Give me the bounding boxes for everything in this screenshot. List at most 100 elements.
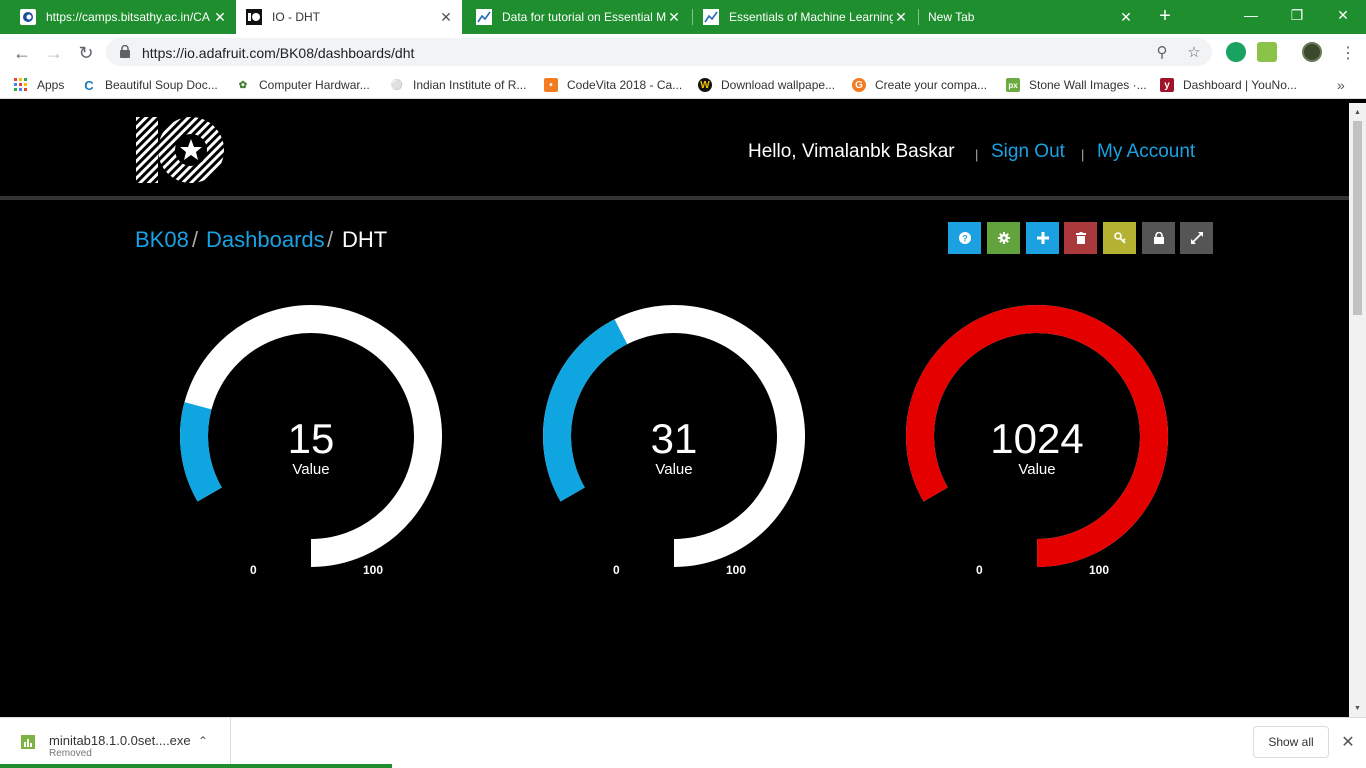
gauge-label: Value: [655, 461, 693, 478]
breadcrumb-dashboards-link[interactable]: Dashboards: [206, 227, 325, 253]
header-divider: [0, 196, 1349, 200]
bookmark-computer-hardware[interactable]: ✿ Computer Hardwar...: [236, 76, 370, 94]
gauge-min-label: 0: [613, 563, 620, 577]
bookmark-indian-institute[interactable]: ⚪ Indian Institute of R...: [390, 76, 527, 94]
gauge-value: 31: [650, 415, 698, 462]
lock-button[interactable]: [1142, 222, 1175, 254]
new-tab-plus-icon[interactable]: +: [1154, 4, 1176, 28]
px-logo-icon: px: [1006, 78, 1020, 92]
reload-icon[interactable]: ↻: [72, 39, 100, 67]
adafruit-io-logo[interactable]: [136, 117, 224, 183]
analytics-favicon-icon: [703, 9, 719, 25]
bookmarks-bar: Apps C Beautiful Soup Doc... ✿ Computer …: [0, 71, 1366, 99]
browser-toolbar: ← → ↻ https://io.adafruit.com/BK08/dashb…: [0, 34, 1366, 71]
bookmark-label: Create your compa...: [875, 78, 988, 92]
tab-new-tab[interactable]: New Tab ✕: [918, 0, 1142, 34]
breadcrumb-separator: /: [327, 227, 334, 252]
question-icon: ?: [958, 232, 971, 244]
gauge-label: Value: [292, 461, 330, 478]
key-button[interactable]: [1103, 222, 1136, 254]
fullscreen-button[interactable]: [1180, 222, 1213, 254]
close-icon[interactable]: ✕: [666, 9, 682, 25]
torch-icon: ⚪: [390, 79, 404, 91]
forward-arrow-icon[interactable]: →: [40, 39, 68, 67]
restore-icon[interactable]: ❐: [1274, 0, 1320, 30]
lock-icon: [1153, 232, 1164, 244]
gauge-block[interactable]: 31 Value 0 100: [541, 303, 807, 583]
gauge-block[interactable]: 15 Value 0 100: [178, 303, 444, 583]
taskbar-accent: [0, 764, 392, 768]
scroll-down-icon[interactable]: ▼: [1349, 701, 1366, 715]
inbox-extension-icon[interactable]: [1257, 42, 1277, 62]
bookmark-dashboard-younow[interactable]: y Dashboard | YouNo...: [1160, 76, 1297, 94]
minimize-icon[interactable]: —: [1228, 0, 1274, 30]
url-text: https://io.adafruit.com/BK08/dashboards/…: [142, 45, 415, 61]
scroll-up-icon[interactable]: ▲: [1349, 105, 1366, 119]
hangouts-extension-icon[interactable]: [1226, 42, 1246, 62]
header-separator: |: [1081, 147, 1085, 162]
chevron-up-icon[interactable]: ⌃: [198, 734, 208, 748]
camps-favicon-icon: [20, 9, 36, 25]
zoom-icon[interactable]: ⚲: [1152, 42, 1172, 62]
window-close-icon[interactable]: ✕: [1320, 0, 1366, 30]
download-item[interactable]: minitab18.1.0.0set....exe Removed ⌃: [0, 718, 231, 768]
tab-data-tutorial[interactable]: Data for tutorial on Essential M ✕: [466, 0, 690, 34]
close-icon[interactable]: ✕: [212, 9, 228, 25]
gauge-value: 1024: [990, 415, 1084, 462]
wallpaper-w-icon: W: [698, 78, 712, 92]
avatar[interactable]: [1302, 42, 1322, 62]
scrollbar-thumb[interactable]: [1353, 121, 1362, 315]
close-icon[interactable]: ✕: [1118, 9, 1134, 25]
bookmark-label: Dashboard | YouNo...: [1183, 78, 1297, 92]
settings-button[interactable]: [987, 222, 1020, 254]
bookmark-download-wallpaper[interactable]: W Download wallpape...: [698, 76, 835, 94]
download-shelf: minitab18.1.0.0set....exe Removed ⌃ Show…: [0, 717, 1366, 768]
bookmark-beautiful-soup[interactable]: C Beautiful Soup Doc...: [82, 76, 218, 94]
tab-io-dht[interactable]: IO - DHT ✕: [236, 0, 462, 34]
address-bar[interactable]: https://io.adafruit.com/BK08/dashboards/…: [106, 38, 1212, 66]
menu-dots-icon[interactable]: ⋮: [1334, 39, 1362, 67]
gauge-value: 15: [287, 415, 335, 462]
close-icon[interactable]: ✕: [438, 9, 454, 25]
close-icon[interactable]: ✕: [1338, 732, 1358, 752]
breadcrumb-current: DHT: [342, 227, 388, 252]
tab-title: Essentials of Machine Learning: [729, 10, 893, 24]
bookmark-codevita[interactable]: • CodeVita 2018 - Ca...: [544, 76, 682, 94]
bookmarks-overflow-icon[interactable]: »: [1337, 76, 1345, 94]
gauge-max-label: 100: [363, 563, 384, 577]
gauge-block[interactable]: 1024 Value 0 100: [904, 303, 1170, 583]
bookmark-label: Download wallpape...: [721, 78, 836, 92]
gauge-max-label: 100: [1089, 563, 1110, 577]
bookmark-apps[interactable]: Apps: [14, 76, 64, 94]
g-logo-icon: G: [852, 78, 866, 92]
breadcrumb-separator: /: [192, 227, 199, 252]
close-icon[interactable]: ✕: [893, 9, 909, 25]
bookmark-label: Computer Hardwar...: [259, 78, 370, 92]
gauge-label: Value: [1018, 461, 1056, 478]
bookmark-star-icon[interactable]: ☆: [1184, 42, 1204, 62]
bookmark-stone-wall[interactable]: px Stone Wall Images ·...: [1006, 76, 1147, 94]
download-filename: minitab18.1.0.0set....exe: [49, 733, 191, 748]
my-account-link[interactable]: My Account: [1097, 141, 1195, 163]
show-all-button[interactable]: Show all: [1253, 726, 1329, 758]
page-scrollbar[interactable]: ▲ ▼: [1349, 103, 1366, 717]
key-icon: [1113, 232, 1126, 244]
sign-out-link[interactable]: Sign Out: [991, 141, 1065, 163]
tab-camps[interactable]: https://camps.bitsathy.ac.in/CA ✕: [10, 0, 236, 34]
gauge-min-label: 0: [976, 563, 983, 577]
breadcrumb-user-link[interactable]: BK08: [135, 227, 189, 253]
delete-button[interactable]: [1064, 222, 1097, 254]
minitab-file-icon: [21, 735, 35, 749]
y-logo-icon: y: [1160, 78, 1174, 92]
help-button[interactable]: ?: [948, 222, 981, 254]
tab-essentials-ml[interactable]: Essentials of Machine Learning ✕: [693, 0, 917, 34]
dashboard-page: Hello, Vimalanbk Baskar | Sign Out | My …: [0, 103, 1349, 717]
bookmark-create-company[interactable]: G Create your compa...: [852, 76, 987, 94]
bookmark-label: Beautiful Soup Doc...: [105, 78, 218, 92]
tab-title: IO - DHT: [272, 10, 320, 24]
add-block-button[interactable]: [1026, 222, 1059, 254]
back-arrow-icon[interactable]: ←: [8, 39, 36, 67]
tab-title: New Tab: [928, 10, 975, 24]
browser-tab-strip: https://camps.bitsathy.ac.in/CA ✕ IO - D…: [0, 0, 1366, 34]
bookmark-label: Apps: [37, 78, 65, 92]
